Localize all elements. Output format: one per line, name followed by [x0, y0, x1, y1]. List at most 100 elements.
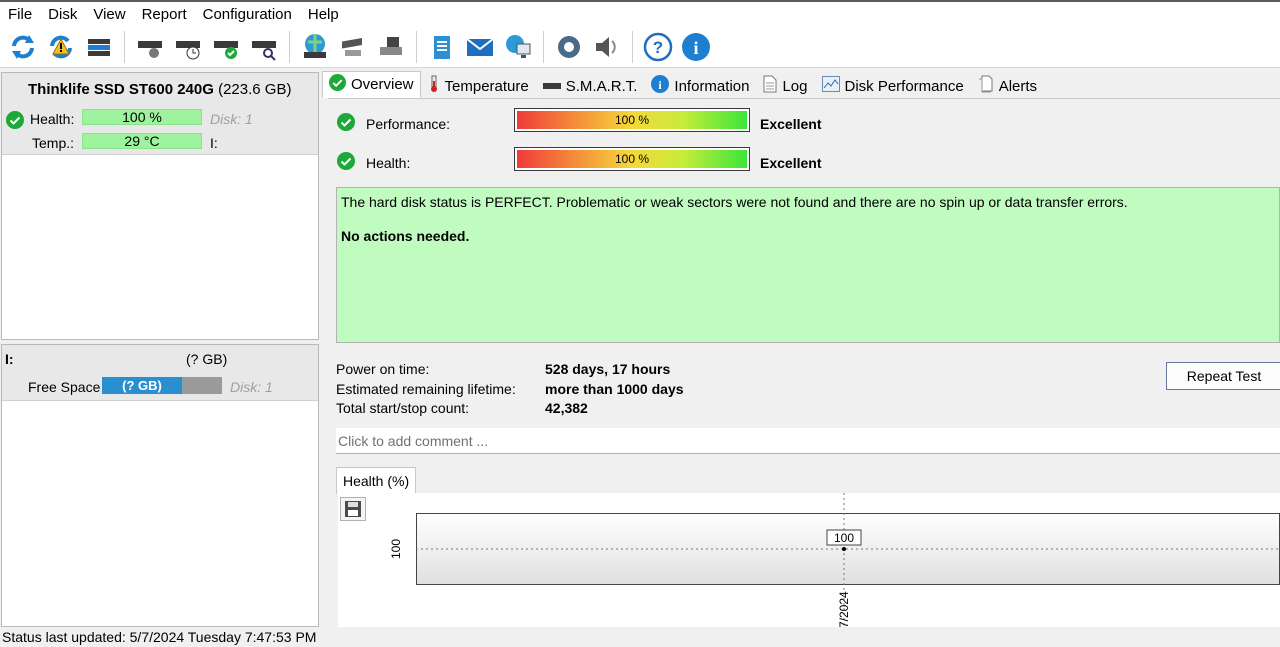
- settings-gear-icon[interactable]: [552, 30, 586, 64]
- action-message: No actions needed.: [341, 228, 470, 244]
- power-on-label: Power on time:: [336, 361, 430, 377]
- refresh-warning-icon[interactable]: [44, 30, 78, 64]
- tab-temperature[interactable]: Temperature: [421, 73, 536, 98]
- menu-report[interactable]: Report: [134, 6, 195, 23]
- menu-view[interactable]: View: [85, 6, 133, 23]
- comment-field[interactable]: Click to add comment ...: [336, 428, 1280, 454]
- performance-rating: Excellent: [760, 116, 822, 132]
- disk-card[interactable]: Thinklife SSD ST600 240G (223.6 GB) Heal…: [2, 73, 318, 155]
- check-circle-icon: [337, 113, 355, 134]
- performance-bar-value: 100 %: [517, 111, 747, 129]
- disk-number: Disk: 1: [210, 111, 253, 127]
- toolbar: ? i: [0, 26, 1280, 68]
- tab-log[interactable]: Log: [756, 73, 814, 98]
- thermometer-icon: [428, 75, 440, 97]
- info-icon: i: [651, 75, 670, 97]
- free-space-bar: (? GB): [102, 377, 222, 394]
- refresh-icon[interactable]: [6, 30, 40, 64]
- tab-smart-label: S.M.A.R.T.: [565, 77, 638, 95]
- tab-alerts[interactable]: Alerts: [971, 73, 1044, 98]
- speaker-icon[interactable]: [590, 30, 624, 64]
- volume-card[interactable]: I: (? GB) Free Space (? GB) Disk: 1: [2, 345, 318, 401]
- toolbar-separator: [124, 30, 125, 63]
- menu-configuration[interactable]: Configuration: [195, 6, 300, 23]
- disk-clock-icon[interactable]: [171, 30, 205, 64]
- help-icon[interactable]: ?: [641, 30, 675, 64]
- repeat-test-button[interactable]: Repeat Test: [1166, 362, 1280, 390]
- lifetime-value: more than 1000 days: [545, 381, 684, 397]
- toolbar-separator: [543, 30, 544, 63]
- mail-icon[interactable]: [463, 30, 497, 64]
- health-label: Health:: [366, 155, 411, 171]
- disk-usb-icon[interactable]: [374, 30, 408, 64]
- tab-information-label: Information: [674, 77, 750, 95]
- toolbar-separator: [289, 30, 290, 63]
- performance-chart-icon: [821, 76, 840, 96]
- menu-help[interactable]: Help: [300, 6, 347, 23]
- volume-letter: I:: [5, 351, 14, 367]
- disk-list-icon[interactable]: [82, 30, 116, 64]
- notepad-icon[interactable]: [425, 30, 459, 64]
- tab-overview[interactable]: Overview: [322, 71, 421, 98]
- globe-disk-icon[interactable]: [298, 30, 332, 64]
- tab-log-label: Log: [782, 77, 808, 95]
- performance-bar: 100 %: [514, 108, 750, 132]
- volume-size: (? GB): [186, 351, 228, 367]
- menu-file[interactable]: File: [0, 6, 40, 23]
- status-message: The hard disk status is PERFECT. Problem…: [341, 194, 1128, 210]
- network-computer-icon[interactable]: [501, 30, 535, 64]
- alerts-icon: [978, 75, 994, 97]
- tab-alerts-label: Alerts: [998, 77, 1038, 95]
- tab-bar: Overview Temperature S.M.A.R.T. i Inform…: [322, 71, 1280, 98]
- lifetime-label: Estimated remaining lifetime:: [336, 381, 516, 397]
- check-circle-icon: [6, 111, 24, 132]
- disk-name: Thinklife SSD ST600 240G: [28, 81, 214, 98]
- info-icon[interactable]: i: [679, 30, 713, 64]
- overview-panel: Performance: 100 % Excellent Health: 100…: [328, 98, 1280, 628]
- check-circle-icon: [337, 152, 355, 173]
- disk-check-icon[interactable]: [209, 30, 243, 64]
- chart-y-tick-label: 100: [389, 539, 403, 559]
- free-space-value: (? GB): [102, 377, 182, 394]
- disk-list-panel: Thinklife SSD ST600 240G (223.6 GB) Heal…: [1, 72, 319, 340]
- tab-information[interactable]: i Information: [644, 73, 756, 98]
- tab-overview-label: Overview: [351, 76, 414, 93]
- disk-size: (223.6 GB): [218, 81, 292, 98]
- tab-smart[interactable]: S.M.A.R.T.: [536, 73, 645, 98]
- document-icon: [763, 75, 777, 97]
- svg-text:?: ?: [653, 38, 663, 57]
- chart-point-label: 100: [834, 531, 854, 545]
- start-stop-label: Total start/stop count:: [336, 400, 470, 416]
- temp-bar: 29 °C: [82, 133, 202, 149]
- svg-text:i: i: [693, 38, 698, 58]
- status-bar: Status last updated: 5/7/2024 Tuesday 7:…: [0, 627, 1280, 647]
- disk-title: Thinklife SSD ST600 240G (223.6 GB): [28, 81, 291, 98]
- drive-letter: I:: [210, 135, 218, 151]
- toolbar-separator: [632, 30, 633, 63]
- menu-disk[interactable]: Disk: [40, 6, 85, 23]
- volume-list-panel: I: (? GB) Free Space (? GB) Disk: 1: [1, 344, 319, 627]
- check-circle-icon: [329, 74, 346, 95]
- disk-cog-icon[interactable]: [336, 30, 370, 64]
- start-stop-value: 42,382: [545, 400, 588, 416]
- chart-x-tick-label: 7/2024: [837, 591, 851, 628]
- tab-temperature-label: Temperature: [444, 77, 529, 95]
- volume-disk-number: Disk: 1: [230, 379, 273, 395]
- health-label: Health:: [30, 111, 75, 127]
- chart-data-point: [842, 547, 846, 551]
- drive-icon: [542, 78, 561, 95]
- free-space-label: Free Space: [28, 379, 101, 395]
- health-bar: 100 %: [82, 109, 202, 125]
- temp-label: Temp.:: [32, 135, 75, 151]
- menu-bar: File Disk View Report Configuration Help: [0, 2, 1280, 26]
- health-chart: 100 100 7/2024: [338, 493, 1280, 628]
- health-rating: Excellent: [760, 155, 822, 171]
- tab-disk-performance[interactable]: Disk Performance: [815, 73, 971, 98]
- health-bar-value: 100 %: [517, 150, 747, 168]
- disk-search-icon[interactable]: [247, 30, 281, 64]
- performance-label: Performance:: [366, 116, 451, 132]
- power-on-value: 528 days, 17 hours: [545, 361, 671, 377]
- disk-hdd-icon[interactable]: [133, 30, 167, 64]
- chart-tab-health[interactable]: Health (%): [336, 467, 417, 494]
- tab-disk-performance-label: Disk Performance: [844, 77, 964, 95]
